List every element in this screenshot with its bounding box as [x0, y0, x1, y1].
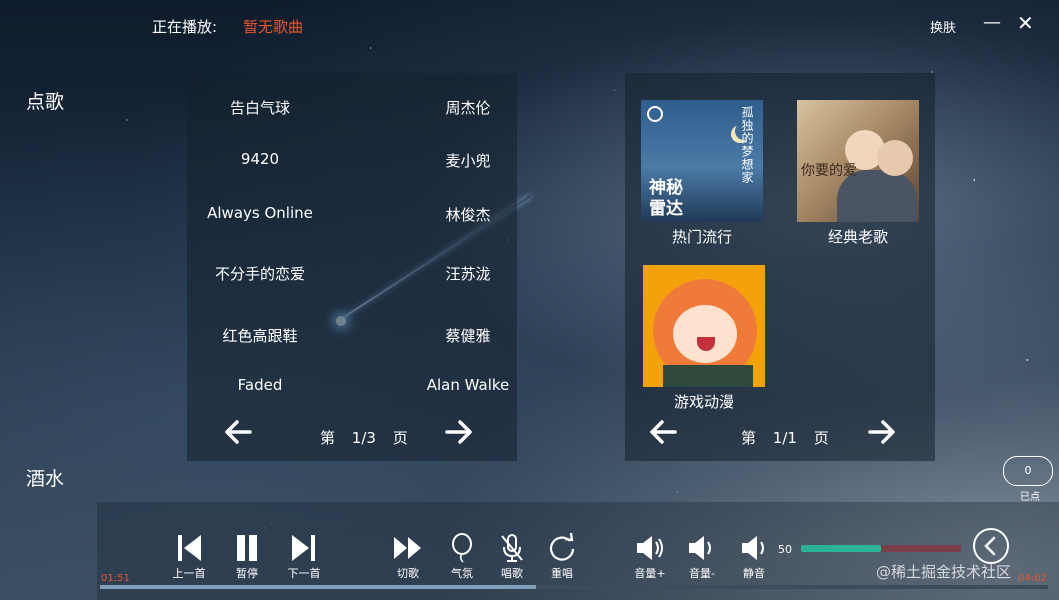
back-button[interactable]: [973, 528, 1009, 564]
control-label: 下一首: [287, 567, 321, 580]
pause-icon: [237, 535, 257, 561]
song-row[interactable]: Faded Alan Walke: [187, 376, 517, 406]
song-title[interactable]: Always Online: [187, 204, 333, 222]
title-bar: 正在播放: 暂无歌曲 换肤 — ✕: [0, 0, 1059, 50]
category-pager: 第 1/1 页: [735, 427, 835, 448]
now-playing-song: 暂无歌曲: [243, 18, 304, 36]
song-row[interactable]: Always Online 林俊杰: [187, 204, 517, 234]
control-label: 唱歌: [501, 567, 523, 580]
volume-up-button[interactable]: 音量+: [632, 533, 668, 581]
cover-figure: [877, 140, 913, 176]
mute-button[interactable]: 静音: [737, 533, 771, 581]
category-panel: 孤独的梦想家 神秘 雷达 热门流行 你要的爱 经典老歌 游戏动漫 第 1/1 页: [625, 73, 935, 461]
song-title[interactable]: 9420: [187, 150, 333, 168]
pager-suffix: 页: [392, 429, 408, 447]
volume-slider-fill: [801, 545, 881, 552]
control-label: 音量+: [634, 567, 666, 580]
music-logo-icon: [647, 106, 663, 122]
category-tile-popular[interactable]: 孤独的梦想家 神秘 雷达 热门流行: [641, 100, 763, 247]
song-title[interactable]: 告白气球: [187, 97, 333, 118]
control-label: 切歌: [397, 567, 419, 580]
album-cover-image: [643, 265, 765, 387]
fast-forward-icon: [394, 537, 421, 559]
sing-button[interactable]: 唱歌: [496, 533, 528, 581]
sidebar-item-drinks[interactable]: 酒水: [26, 464, 64, 491]
arrow-right-icon[interactable]: [867, 417, 897, 447]
song-list-panel: 告白气球 周杰伦 9420 麦小兜 Always Online 林俊杰 不分手的…: [187, 73, 517, 461]
close-button[interactable]: ✕: [1017, 11, 1034, 35]
pager-prefix: 第: [741, 429, 757, 447]
pause-button[interactable]: 暂停: [228, 533, 266, 581]
minimize-button[interactable]: —: [983, 12, 1001, 33]
switch-song-button[interactable]: 切歌: [390, 533, 426, 581]
control-label: 重唱: [551, 567, 573, 580]
sidebar-item-order-songs[interactable]: 点歌: [26, 87, 64, 114]
replay-icon: [549, 533, 575, 561]
watermark-text: @稀土掘金技术社区: [876, 563, 1012, 581]
category-tile-classic[interactable]: 你要的爱 经典老歌: [797, 100, 919, 247]
song-title[interactable]: 红色高跟鞋: [187, 325, 333, 346]
song-artist[interactable]: 麦小兜: [413, 150, 523, 171]
cover-title: 你要的爱: [801, 163, 857, 179]
volume-up-icon: [637, 536, 663, 560]
mic-off-icon: [501, 534, 523, 562]
skin-button[interactable]: 换肤: [930, 17, 956, 36]
arrow-right-icon[interactable]: [444, 417, 474, 447]
album-cover-image: 孤独的梦想家 神秘 雷达: [641, 100, 763, 222]
song-row[interactable]: 9420 麦小兜: [187, 150, 517, 180]
category-label: 游戏动漫: [673, 393, 734, 411]
song-pager: 第 1/3 页: [314, 427, 414, 448]
atmosphere-button[interactable]: 气氛: [446, 533, 478, 581]
volume-slider[interactable]: [801, 545, 961, 552]
control-label: 气氛: [451, 567, 473, 580]
song-row[interactable]: 红色高跟鞋 蔡健雅: [187, 325, 517, 355]
time-elapsed: 01:51: [101, 573, 130, 584]
arrow-left-icon[interactable]: [223, 417, 253, 447]
chevron-left-icon: [984, 536, 996, 556]
cover-figure: [663, 365, 753, 387]
song-artist[interactable]: Alan Walke: [413, 376, 523, 394]
pager-current: 1/3: [351, 429, 376, 447]
time-total: 04:02: [1018, 573, 1047, 584]
cover-title: 神秘 雷达: [649, 178, 683, 219]
pager-current: 1/1: [772, 429, 797, 447]
song-artist[interactable]: 汪苏泷: [413, 263, 523, 284]
control-label: 音量-: [689, 567, 715, 580]
control-label: 上一首: [172, 567, 206, 580]
control-label: 静音: [743, 567, 765, 580]
song-artist[interactable]: 周杰伦: [413, 97, 523, 118]
song-title[interactable]: Faded: [187, 376, 333, 394]
volume-value: 50: [778, 543, 792, 556]
song-artist[interactable]: 林俊杰: [413, 204, 523, 225]
arrow-left-icon[interactable]: [648, 417, 678, 447]
category-tile-game-anime[interactable]: 游戏动漫: [643, 265, 765, 412]
skip-previous-icon: [178, 535, 201, 561]
volume-down-button[interactable]: 音量-: [684, 533, 720, 581]
previous-button[interactable]: 上一首: [168, 533, 210, 581]
playback-progress-fill: [100, 585, 537, 589]
volume-down-icon: [689, 536, 711, 560]
song-artist[interactable]: 蔡健雅: [413, 325, 523, 346]
song-row[interactable]: 告白气球 周杰伦: [187, 97, 517, 127]
album-cover-image: 你要的爱: [797, 100, 919, 222]
playback-progress-bar[interactable]: [100, 585, 1048, 589]
category-label: 经典老歌: [827, 228, 888, 246]
balloon-icon: [452, 533, 472, 563]
next-button[interactable]: 下一首: [283, 533, 325, 581]
song-row[interactable]: 不分手的恋爱 汪苏泷: [187, 263, 517, 293]
skip-next-icon: [292, 535, 315, 561]
mute-icon: [742, 536, 764, 560]
now-playing-label: 正在播放:: [152, 18, 218, 36]
song-title[interactable]: 不分手的恋爱: [187, 263, 333, 284]
category-label: 热门流行: [671, 228, 732, 246]
cover-subtitle: 孤独的梦想家: [740, 106, 754, 184]
served-label: 已点: [1020, 492, 1040, 503]
pager-suffix: 页: [813, 429, 829, 447]
replay-button[interactable]: 重唱: [545, 533, 579, 581]
served-count-badge[interactable]: 0: [1003, 456, 1053, 486]
pager-prefix: 第: [320, 429, 336, 447]
control-label: 暂停: [236, 567, 258, 580]
cover-figure: [673, 305, 737, 363]
